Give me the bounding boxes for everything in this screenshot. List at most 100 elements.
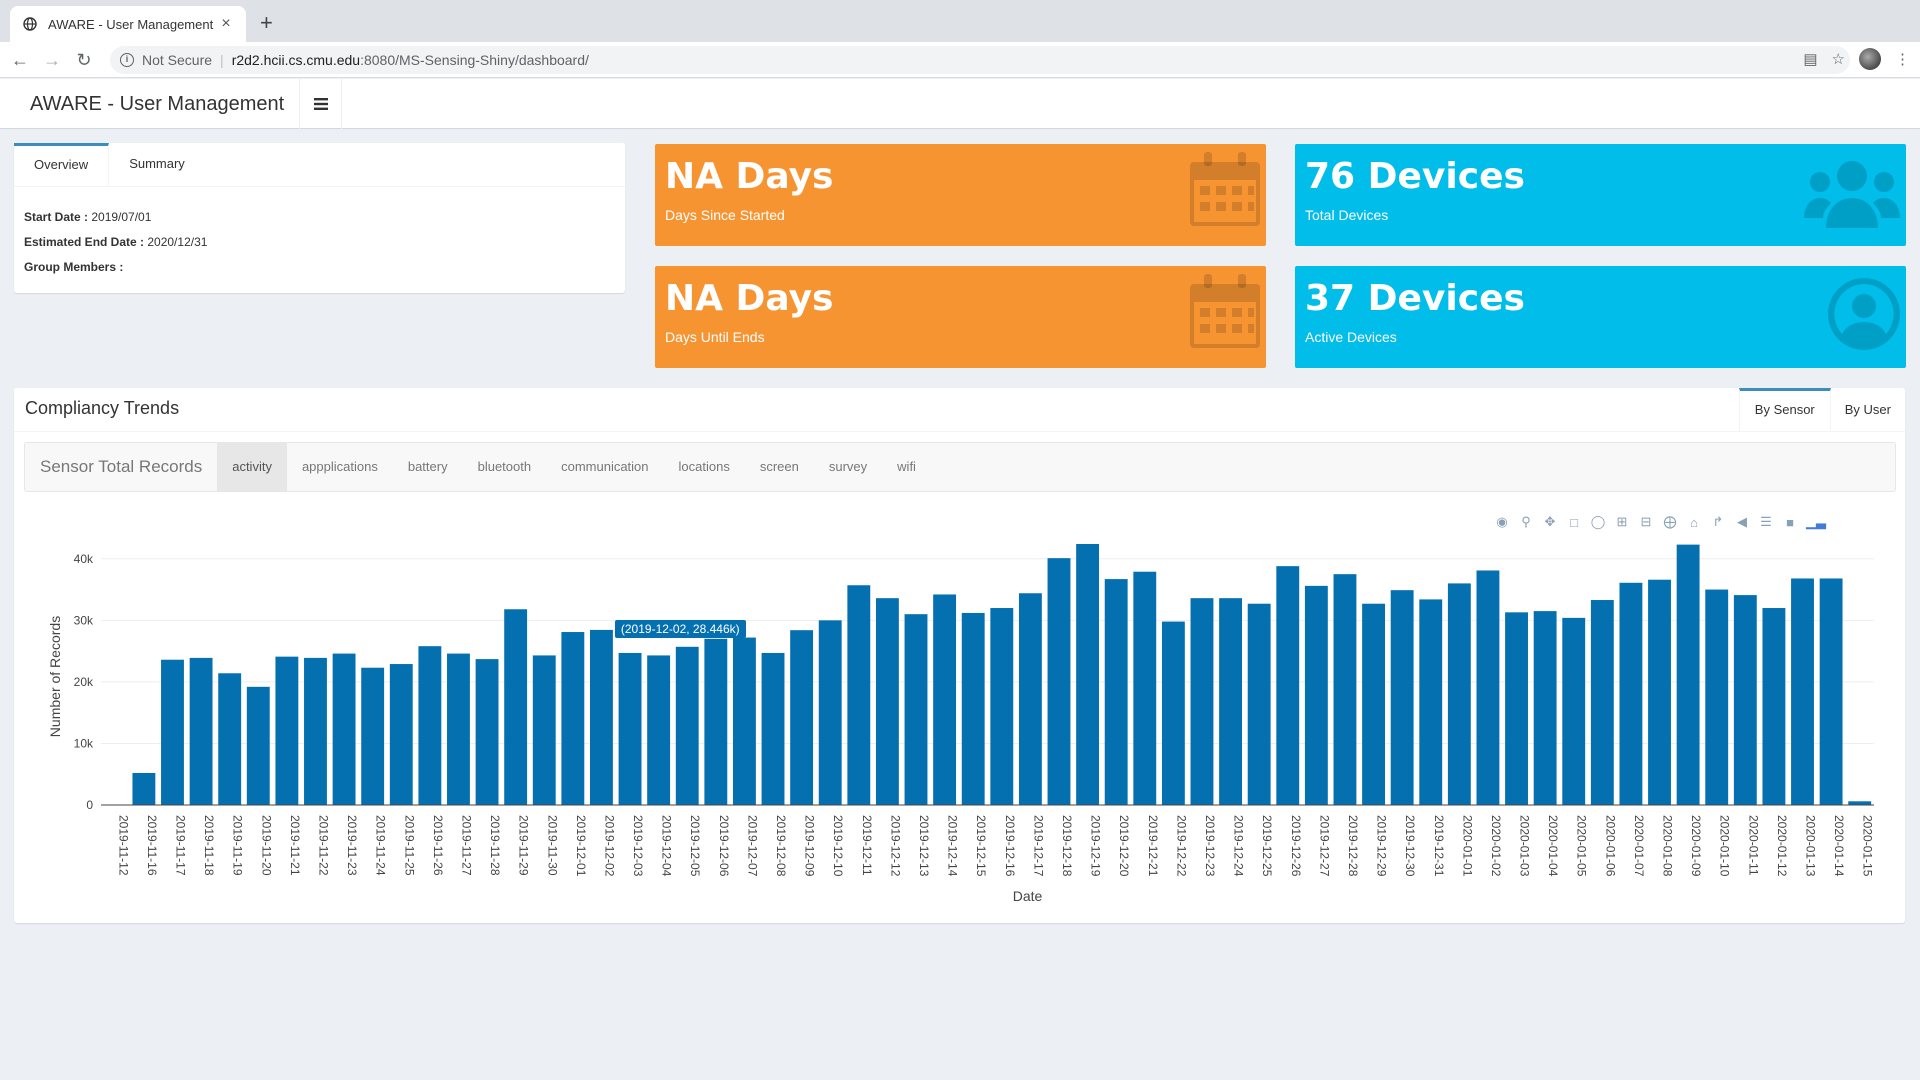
sensor-tab-screen[interactable]: screen (745, 443, 814, 491)
close-tab-icon[interactable]: × (218, 15, 234, 33)
hamburger-icon (313, 98, 328, 110)
bar (790, 630, 814, 805)
x-tick-label: 2019-12-20 (1117, 815, 1131, 877)
forward-icon[interactable]: → (40, 48, 64, 72)
x-tick-label: 2020-01-11 (1746, 815, 1760, 876)
overview-details: Start Date : 2019/07/01 Estimated End Da… (14, 187, 625, 298)
bar (1247, 603, 1271, 805)
x-tick-label: 2020-01-07 (1632, 815, 1646, 877)
address-bar[interactable]: i Not Secure | r2d2.hcii.cs.cmu.edu:8080… (110, 46, 1850, 74)
x-tick-label: 2019-12-15 (974, 815, 988, 877)
bar (1848, 801, 1872, 805)
x-tick-label: 2019-11-29 (517, 815, 531, 876)
menu-kebab-icon[interactable]: ⋮ (1895, 50, 1910, 68)
bar (189, 657, 213, 805)
reload-icon[interactable]: ↻ (72, 48, 96, 72)
tab-summary[interactable]: Summary (109, 143, 205, 186)
sensor-tab-applications[interactable]: appplications (287, 443, 393, 491)
x-tick-label: 2019-12-16 (1003, 815, 1017, 877)
x-tick-label: 2019-11-25 (402, 815, 416, 876)
bar (1362, 603, 1385, 805)
end-date-value: 2020/12/31 (144, 235, 208, 249)
x-tick-label: 2019-12-11 (860, 815, 874, 876)
calendar-icon (1190, 274, 1260, 348)
info-icon[interactable]: i (120, 53, 134, 67)
bar (1419, 599, 1443, 805)
x-tick-label: 2019-12-17 (1031, 815, 1045, 877)
start-date-row: Start Date : 2019/07/01 (24, 205, 615, 230)
compliancy-title: Compliancy Trends (25, 398, 180, 418)
translate-icon[interactable]: ▤ (1803, 50, 1817, 68)
security-label: Not Secure (142, 52, 213, 68)
compliancy-tabs: By Sensor By User (1738, 388, 1905, 432)
back-icon[interactable]: ← (8, 48, 32, 72)
start-date-value: 2019/07/01 (88, 210, 152, 224)
bar (218, 673, 242, 805)
sensor-tab-activity[interactable]: activity (217, 443, 287, 491)
days-since-started-box: NA Days Days Since Started (655, 144, 1266, 246)
end-date-label: Estimated End Date : (24, 235, 145, 249)
bookmark-star-icon[interactable]: ☆ (1832, 50, 1845, 68)
browser-tab-strip: AWARE - User Management × + (0, 0, 1920, 42)
start-date-label: Start Date : (24, 210, 89, 224)
tab-by-sensor[interactable]: By Sensor (1738, 388, 1831, 432)
sensor-tab-survey[interactable]: survey (814, 443, 882, 491)
bar (1104, 579, 1128, 805)
bar (1333, 574, 1357, 805)
bar (304, 657, 327, 805)
bar (1733, 595, 1757, 805)
bar (1476, 570, 1500, 805)
x-tick-label: 2020-01-15 (1861, 815, 1875, 877)
x-tick-label: 2019-12-01 (574, 815, 588, 877)
app-brand[interactable]: AWARE - User Management (0, 79, 300, 129)
bar (904, 614, 928, 805)
days-until-ends-value: NA Days (665, 278, 834, 319)
group-members-row: Group Members : (24, 255, 615, 280)
x-tick-label: 2019-11-23 (345, 815, 359, 876)
x-tick-label: 2019-12-14 (946, 815, 960, 877)
url-host: r2d2.hcii.cs.cmu.edu (231, 52, 361, 68)
x-tick-label: 2019-12-23 (1203, 815, 1217, 877)
sensor-tab-locations[interactable]: locations (664, 443, 745, 491)
bar (704, 638, 728, 805)
active-devices-box: 37 Devices Active Devices (1295, 266, 1906, 368)
x-tick-label: 2019-12-26 (1289, 815, 1303, 877)
calendar-icon (1190, 152, 1260, 226)
bar (1018, 593, 1042, 805)
bar (1648, 579, 1671, 805)
bar (1076, 544, 1100, 805)
x-tick-label: 2019-11-30 (545, 815, 559, 876)
tab-by-user[interactable]: By User (1831, 388, 1905, 432)
y-tick-label: 30k (74, 613, 94, 627)
x-tick-label: 2019-11-19 (231, 815, 245, 876)
bar (847, 585, 871, 805)
x-tick-label: 2019-12-02 (602, 815, 616, 877)
sensor-tab-battery[interactable]: battery (393, 443, 463, 491)
sensor-tab-communication[interactable]: communication (546, 443, 663, 491)
x-tick-label: 2019-11-26 (431, 815, 445, 876)
bar (361, 667, 385, 805)
browser-tab[interactable]: AWARE - User Management × (10, 6, 246, 42)
bar (1161, 621, 1185, 805)
x-tick-label: 2019-12-28 (1346, 815, 1360, 877)
bar (1791, 578, 1814, 805)
compliancy-header: Compliancy Trends By Sensor By User (14, 388, 1905, 432)
bar (504, 609, 528, 805)
x-tick-label: 2019-11-24 (374, 815, 388, 876)
bar (561, 632, 585, 805)
x-tick-label: 2019-11-27 (459, 815, 473, 876)
bar (961, 612, 985, 805)
x-tick-label: 2019-12-27 (1317, 815, 1331, 877)
sensor-tab-wifi[interactable]: wifi (882, 443, 931, 491)
x-tick-label: 2019-12-12 (888, 815, 902, 877)
chart-tooltip: (2019-12-02, 28.446k) (614, 619, 746, 638)
bar (1276, 566, 1300, 805)
tab-overview[interactable]: Overview (14, 143, 110, 186)
bar (818, 620, 842, 805)
x-tick-label: 2019-12-07 (745, 815, 759, 877)
sidebar-toggle-button[interactable] (300, 79, 342, 129)
profile-avatar[interactable] (1859, 48, 1881, 70)
new-tab-button[interactable]: + (260, 12, 273, 34)
sensor-tab-bluetooth[interactable]: bluetooth (463, 443, 547, 491)
bar (332, 653, 356, 805)
